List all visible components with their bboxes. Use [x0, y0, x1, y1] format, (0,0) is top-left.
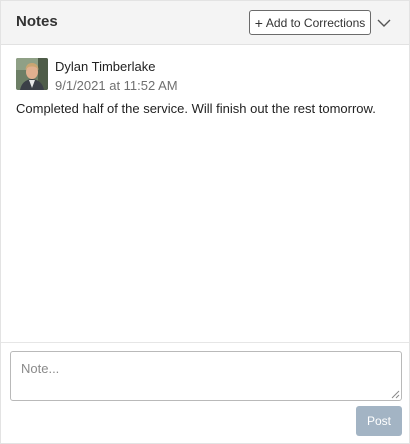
avatar: [16, 58, 48, 90]
plus-icon: +: [254, 14, 263, 31]
notes-panel: Notes + Add to Corrections Dylan Timberl…: [0, 0, 410, 444]
post-button[interactable]: Post: [356, 406, 402, 436]
resize-grip-icon[interactable]: [391, 390, 400, 399]
notes-header: Notes + Add to Corrections: [1, 1, 409, 45]
add-to-corrections-label: Add to Corrections: [265, 15, 366, 30]
composer-divider: [1, 342, 409, 343]
note-timestamp: 9/1/2021 at 11:52 AM: [55, 78, 178, 93]
chevron-down-icon[interactable]: [375, 15, 393, 31]
add-to-corrections-button[interactable]: + Add to Corrections: [249, 10, 371, 35]
note-input[interactable]: [10, 351, 402, 401]
note-text: Completed half of the service. Will fini…: [16, 101, 376, 116]
note-author[interactable]: Dylan Timberlake: [55, 59, 155, 74]
panel-title: Notes: [16, 13, 58, 30]
